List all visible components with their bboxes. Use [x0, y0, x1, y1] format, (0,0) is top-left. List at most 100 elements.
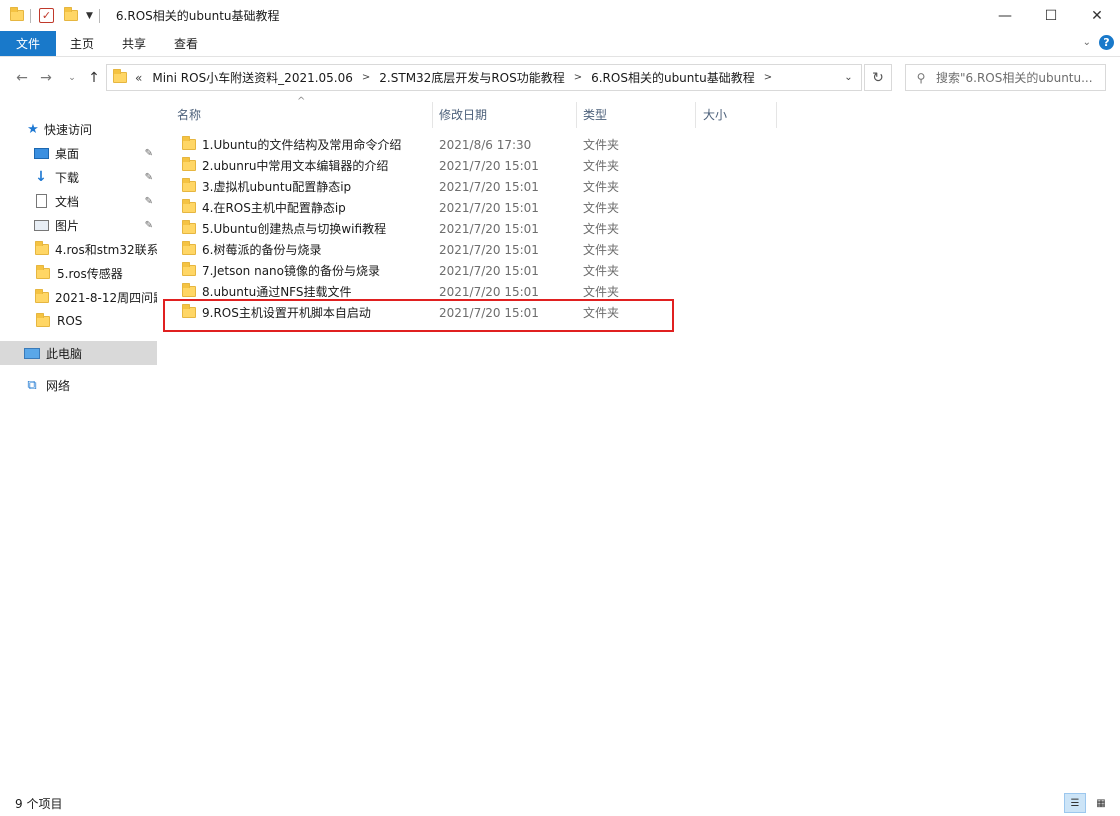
- sidebar-item-label: 图片: [55, 218, 80, 233]
- download-icon: ↓: [35, 169, 47, 185]
- breadcrumb-item[interactable]: 2.STM32底层开发与ROS功能教程: [379, 69, 564, 86]
- sidebar-item-pictures[interactable]: 图片 ✎: [0, 213, 157, 237]
- sidebar-item-label: 下载: [55, 170, 80, 185]
- chevron-right-icon[interactable]: >: [362, 72, 370, 83]
- pin-icon[interactable]: ✎: [145, 196, 153, 207]
- folder-icon: [35, 264, 51, 280]
- file-type: 文件夹: [583, 201, 620, 215]
- column-divider[interactable]: [695, 102, 696, 128]
- title-bar: ✓ ▼ 6.ROS相关的ubuntu基础教程 — ☐ ✕: [0, 0, 1120, 31]
- column-header-name[interactable]: 名称: [177, 99, 201, 129]
- sidebar-item-network[interactable]: ⧉ 网络: [0, 373, 157, 397]
- column-divider[interactable]: [576, 102, 577, 128]
- toolbar-divider: [30, 8, 31, 23]
- pin-icon[interactable]: ✎: [145, 220, 153, 231]
- properties-icon[interactable]: ✓: [39, 8, 54, 23]
- file-date: 2021/7/20 15:01: [439, 158, 539, 173]
- tab-home[interactable]: 主页: [56, 31, 108, 56]
- address-history-dropdown-icon[interactable]: ⌄: [835, 65, 861, 90]
- sidebar-item-folder[interactable]: ROS: [0, 309, 157, 333]
- file-name: 5.Ubuntu创建热点与切换wifi教程: [202, 222, 387, 236]
- item-count: 9 个项目: [15, 797, 63, 811]
- folder-icon[interactable]: [10, 7, 24, 21]
- pin-icon[interactable]: ✎: [145, 172, 153, 183]
- chevron-right-icon[interactable]: >: [764, 72, 772, 83]
- folder-icon: [182, 262, 196, 276]
- file-date: 2021/7/20 15:01: [439, 221, 539, 236]
- file-type: 文件夹: [583, 264, 620, 278]
- sidebar-item-folder[interactable]: 2021-8-12周四问题: [0, 285, 157, 309]
- search-input[interactable]: ⚲ 搜索"6.ROS相关的ubuntu...: [905, 64, 1106, 91]
- back-arrow-icon[interactable]: ←: [12, 70, 32, 86]
- help-icon[interactable]: ?: [1099, 35, 1114, 50]
- sidebar-item-label: 2021-8-12周四问题: [55, 290, 157, 305]
- tab-share[interactable]: 共享: [108, 31, 160, 56]
- sidebar-item-folder[interactable]: 4.ros和stm32联系: [0, 237, 157, 261]
- file-type: 文件夹: [583, 222, 620, 236]
- address-bar[interactable]: « Mini ROS小车附送资料_2021.05.06 > 2.STM32底层开…: [106, 64, 862, 91]
- details-view-icon[interactable]: ☰: [1064, 793, 1086, 813]
- chevron-right-icon[interactable]: >: [574, 72, 582, 83]
- pin-icon[interactable]: ✎: [145, 148, 153, 159]
- sidebar-item-label: 4.ros和stm32联系: [55, 242, 157, 257]
- network-icon: ⧉: [27, 377, 37, 393]
- search-placeholder: 搜索"6.ROS相关的ubuntu...: [936, 71, 1093, 85]
- file-row[interactable]: 5.Ubuntu创建热点与切换wifi教程 2021/7/20 15:01 文件…: [175, 218, 665, 239]
- file-row[interactable]: 3.虚拟机ubuntu配置静态ip 2021/7/20 15:01 文件夹: [175, 176, 665, 197]
- file-name: 6.树莓派的备份与烧录: [202, 243, 322, 257]
- tab-view[interactable]: 查看: [160, 31, 212, 56]
- toolbar-divider: [98, 8, 100, 23]
- sidebar-item-folder[interactable]: 5.ros传感器: [0, 261, 157, 285]
- ribbon-tabs: 文件 主页 共享 查看 ⌄ ?: [0, 31, 1120, 57]
- sidebar-item-label: 5.ros传感器: [57, 266, 123, 281]
- folder-icon: [182, 241, 196, 255]
- folder-icon: [113, 69, 127, 83]
- expand-ribbon-icon[interactable]: ⌄: [1083, 37, 1091, 48]
- status-bar: 9 个项目 ☰ ▦: [0, 791, 1120, 816]
- minimize-button[interactable]: —: [982, 0, 1028, 31]
- maximize-button[interactable]: ☐: [1028, 0, 1074, 31]
- customize-toolbar-dropdown-icon[interactable]: ▼: [86, 11, 93, 21]
- column-header-date[interactable]: 修改日期: [439, 99, 487, 129]
- folder-icon: [182, 136, 196, 150]
- column-divider[interactable]: [432, 102, 433, 128]
- up-arrow-icon[interactable]: ↑: [84, 70, 104, 86]
- sidebar-item-quick-access[interactable]: ★ 快速访问: [0, 117, 157, 141]
- file-row[interactable]: 2.ubunru中常用文本编辑器的介绍 2021/7/20 15:01 文件夹: [175, 155, 665, 176]
- window-title: 6.ROS相关的ubuntu基础教程: [115, 9, 280, 23]
- file-row[interactable]: 7.Jetson nano镜像的备份与烧录 2021/7/20 15:01 文件…: [175, 260, 665, 281]
- refresh-icon[interactable]: ↻: [864, 64, 892, 91]
- folder-icon: [35, 240, 49, 256]
- file-row[interactable]: 4.在ROS主机中配置静态ip 2021/7/20 15:01 文件夹: [175, 197, 665, 218]
- tab-file[interactable]: 文件: [0, 31, 57, 56]
- desktop-icon: [33, 146, 49, 160]
- file-date: 2021/7/20 15:01: [439, 179, 539, 194]
- file-name: 2.ubunru中常用文本编辑器的介绍: [202, 159, 389, 173]
- file-date: 2021/7/20 15:01: [439, 284, 539, 299]
- file-row[interactable]: 6.树莓派的备份与烧录 2021/7/20 15:01 文件夹: [175, 239, 665, 260]
- close-button[interactable]: ✕: [1074, 0, 1120, 31]
- sidebar-item-label: ROS: [57, 314, 83, 328]
- breadcrumb-item[interactable]: 6.ROS相关的ubuntu基础教程: [591, 69, 755, 86]
- file-name: 7.Jetson nano镜像的备份与烧录: [202, 264, 380, 278]
- column-divider[interactable]: [776, 102, 777, 128]
- forward-arrow-icon[interactable]: →: [36, 70, 56, 86]
- new-folder-icon[interactable]: [64, 7, 78, 21]
- column-header-type[interactable]: 类型: [583, 99, 607, 129]
- file-date: 2021/8/6 17:30: [439, 137, 532, 152]
- large-icons-view-icon[interactable]: ▦: [1090, 793, 1112, 813]
- sidebar-item-downloads[interactable]: ↓ 下载 ✎: [0, 165, 157, 189]
- breadcrumb-overflow[interactable]: «: [135, 71, 142, 85]
- column-header-size[interactable]: 大小: [703, 99, 727, 129]
- navigation-bar: ← → ⌄ ↑ « Mini ROS小车附送资料_2021.05.06 > 2.…: [0, 57, 1120, 99]
- file-date: 2021/7/20 15:01: [439, 242, 539, 257]
- folder-icon: [35, 312, 51, 328]
- folder-icon: [182, 199, 196, 213]
- breadcrumb-item[interactable]: Mini ROS小车附送资料_2021.05.06: [152, 69, 353, 86]
- sidebar-item-desktop[interactable]: 桌面 ✎: [0, 141, 157, 165]
- recent-locations-chevron-icon[interactable]: ⌄: [62, 73, 82, 83]
- file-row[interactable]: 1.Ubuntu的文件结构及常用命令介绍 2021/8/6 17:30 文件夹: [175, 134, 665, 155]
- sidebar-item-documents[interactable]: 文档 ✎: [0, 189, 157, 213]
- sidebar-item-label: 网络: [46, 378, 71, 393]
- sidebar-item-this-pc[interactable]: 此电脑: [0, 341, 157, 365]
